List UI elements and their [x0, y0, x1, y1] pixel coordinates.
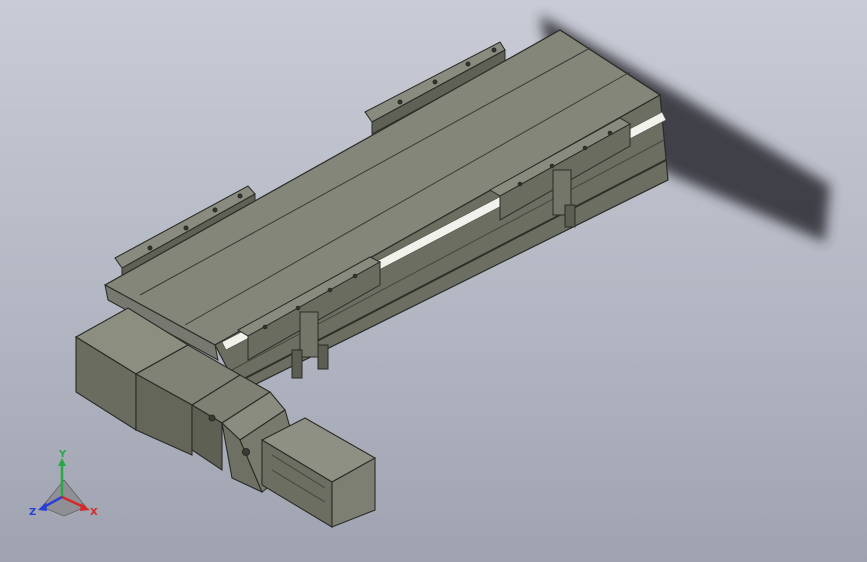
view-orientation-triad[interactable]: Y X Z	[29, 449, 98, 518]
graphics-viewport[interactable]: Y X Z	[0, 0, 867, 562]
triad-z-arrow	[38, 502, 47, 511]
triad-z-label: Z	[29, 507, 36, 518]
triad-y-label: Y	[58, 449, 67, 460]
servo-motor	[260, 417, 377, 528]
linear-actuator-model[interactable]: Y X Z	[0, 0, 867, 562]
triad-x-label: X	[90, 507, 98, 518]
triad-x-arrow	[80, 503, 90, 511]
